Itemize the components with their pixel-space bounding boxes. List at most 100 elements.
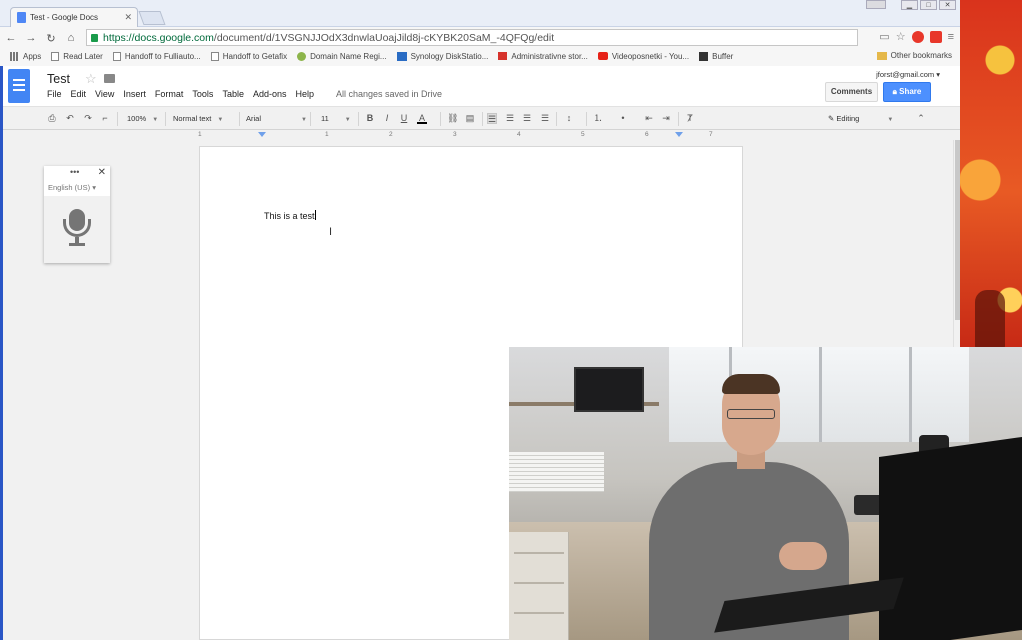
microphone-button[interactable] [44, 196, 110, 263]
pencil-icon: ✎ [828, 114, 835, 123]
cast-icon[interactable]: ▭ [879, 30, 889, 43]
menu-table[interactable]: Table [222, 89, 244, 99]
lock-icon [91, 33, 98, 42]
align-center-icon[interactable]: ☰ [505, 113, 515, 124]
bookmark-buffer[interactable]: Buffer [699, 51, 734, 61]
share-button[interactable]: 🔒︎ Share [883, 82, 931, 102]
home-icon[interactable]: ⌂ [62, 32, 80, 44]
ruler-tick: 4 [517, 131, 521, 138]
ruler-tick: 1 [198, 131, 202, 138]
bookmark-domain-name[interactable]: Domain Name Regi... [297, 51, 387, 61]
close-icon[interactable]: ✕ [98, 167, 106, 178]
menu-file[interactable]: File [47, 89, 62, 99]
move-folder-icon[interactable] [104, 74, 115, 83]
opera-extension-icon[interactable] [911, 30, 924, 43]
paint-format-icon[interactable]: ⌐ [100, 113, 110, 124]
ruler-tick: 2 [389, 131, 393, 138]
italic-icon[interactable]: I [382, 113, 392, 124]
new-tab-button[interactable] [138, 11, 166, 25]
more-options-icon[interactable]: ••• [70, 167, 79, 177]
bulleted-list-icon[interactable]: • [618, 113, 628, 124]
line-spacing-icon[interactable]: ↕ [564, 113, 574, 124]
decrease-indent-icon[interactable]: ⇤ [644, 113, 654, 124]
bookmark-label: Read Later [63, 51, 103, 61]
ruler-tick: 6 [645, 131, 649, 138]
print-icon[interactable]: ⎙ [47, 113, 57, 124]
navigation-bar: ← → ↻ ⌂ https://docs.google.com/document… [0, 28, 960, 48]
right-indent-marker[interactable] [675, 132, 683, 137]
forward-arrow-icon[interactable]: → [22, 32, 40, 44]
bookmark-read-later[interactable]: Read Later [51, 51, 103, 61]
bookmarks-bar: Apps Read Later Handoff to Fulliauto... … [0, 48, 960, 64]
reload-icon[interactable]: ↻ [42, 32, 60, 45]
address-bar[interactable]: https://docs.google.com/document/d/1VSGN… [86, 29, 858, 46]
style-select[interactable]: Normal text ▼ [173, 113, 223, 125]
star-icon[interactable]: ☆ [85, 71, 97, 87]
collapse-menus-icon[interactable]: ⌃ [916, 113, 926, 124]
webcam-video-overlay [509, 347, 1022, 640]
wallpaper-figure [975, 290, 1005, 350]
account-switcher[interactable]: jforst@gmail.com ▾ [876, 70, 940, 79]
tab-strip: Test - Google Docs ✕ ▁ □ ✕ [0, 0, 960, 27]
comments-button[interactable]: Comments [825, 82, 878, 102]
font-select[interactable]: Arial ▼ [246, 113, 307, 125]
back-arrow-icon[interactable]: ← [2, 32, 20, 44]
leaf-icon [297, 51, 307, 61]
left-indent-marker[interactable] [258, 132, 266, 137]
docs-header: Test ☆ File Edit View Insert Format Tool… [3, 66, 960, 106]
document-body[interactable]: This is a test [264, 210, 316, 221]
save-status[interactable]: All changes saved in Drive [336, 89, 442, 99]
text-color-icon[interactable]: A [417, 113, 427, 124]
font-size-select[interactable]: 11 ▼ [321, 113, 351, 125]
menu-tools[interactable]: Tools [192, 89, 213, 99]
menu-icon[interactable]: ≡ [948, 31, 954, 43]
profile-chip[interactable] [866, 0, 886, 9]
font-size-value: 11 [321, 114, 329, 123]
bookmark-apps[interactable]: Apps [10, 51, 41, 61]
bold-icon[interactable]: B [365, 113, 375, 124]
menu-addons[interactable]: Add-ons [253, 89, 287, 99]
bookmark-synology[interactable]: Synology DiskStatio... [396, 51, 488, 61]
bookmark-videoposnetki[interactable]: Videoposnetki - You... [597, 52, 689, 61]
glasses [727, 409, 775, 419]
other-bookmarks[interactable]: Other bookmarks [876, 51, 952, 60]
numbered-list-icon[interactable]: ⒈ [593, 113, 603, 124]
formatting-toolbar: ⎙ ↶ ↷ ⌐ 100% ▼ Normal text ▼ Arial ▼ 11 ▼ B … [3, 106, 960, 130]
menu-format[interactable]: Format [155, 89, 184, 99]
ruler[interactable]: 1 1 2 3 4 5 6 7 [198, 130, 743, 140]
browser-tab[interactable]: Test - Google Docs ✕ [10, 7, 138, 27]
zoom-select[interactable]: 100% ▼ [127, 113, 158, 125]
editing-mode-select[interactable]: ✎ Editing ▼ [828, 113, 893, 125]
undo-icon[interactable]: ↶ [65, 113, 75, 124]
clear-formatting-icon[interactable]: Ⱦ [685, 113, 695, 124]
document-title[interactable]: Test [47, 72, 70, 86]
align-left-icon[interactable]: ☰ [487, 113, 497, 124]
close-window-icon[interactable]: ✕ [939, 0, 956, 10]
increase-indent-icon[interactable]: ⇥ [661, 113, 671, 124]
tab-title: Test - Google Docs [30, 13, 99, 22]
align-justify-icon[interactable]: ☰ [540, 113, 550, 124]
maximize-icon[interactable]: □ [920, 0, 937, 10]
page-icon [51, 51, 60, 61]
menu-bar: File Edit View Insert Format Tools Table… [47, 89, 323, 99]
zoom-value: 100% [127, 114, 147, 123]
minimize-icon[interactable]: ▁ [901, 0, 918, 10]
bookmark-handoff-getafix[interactable]: Handoff to Getafix [210, 51, 287, 61]
link-icon[interactable]: ⛓︎ [447, 113, 458, 124]
menu-edit[interactable]: Edit [71, 89, 87, 99]
docs-logo-icon[interactable] [8, 69, 30, 103]
align-right-icon[interactable]: ☰ [522, 113, 532, 124]
bookmark-star-icon[interactable]: ☆ [896, 30, 906, 43]
menu-help[interactable]: Help [295, 89, 314, 99]
menu-insert[interactable]: Insert [123, 89, 146, 99]
bookmark-label: Buffer [712, 51, 734, 61]
flipboard-extension-icon[interactable] [929, 30, 942, 43]
menu-view[interactable]: View [95, 89, 114, 99]
comment-icon[interactable]: ▤ [465, 113, 475, 124]
underline-icon[interactable]: U [399, 113, 409, 124]
language-select[interactable]: English (US) ▾ [48, 183, 96, 192]
bookmark-administrativne[interactable]: Administrativne stor... [498, 52, 588, 61]
bookmark-handoff-fulliauto[interactable]: Handoff to Fulliauto... [112, 51, 201, 61]
redo-icon[interactable]: ↷ [83, 113, 93, 124]
close-tab-icon[interactable]: ✕ [124, 12, 132, 23]
